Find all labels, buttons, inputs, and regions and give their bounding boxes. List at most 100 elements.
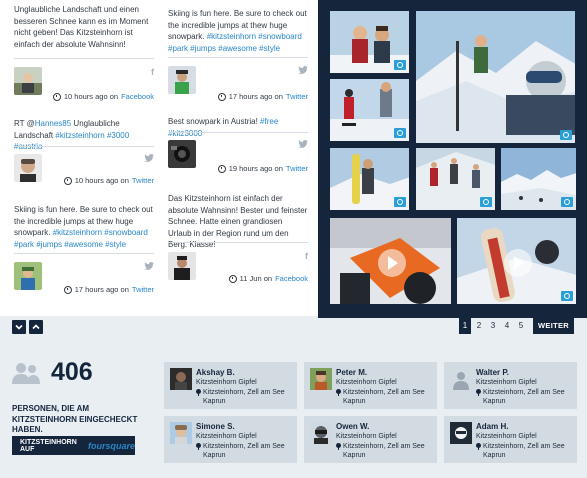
video-tile[interactable] <box>328 216 453 306</box>
avatar <box>170 368 192 390</box>
post-divider <box>14 58 154 59</box>
page-5-button[interactable]: 5 <box>515 318 527 334</box>
avatar <box>310 422 332 444</box>
avatar[interactable] <box>14 154 42 182</box>
post-network-link[interactable]: Twitter <box>132 285 154 294</box>
post-divider <box>168 57 308 58</box>
page-3-button[interactable]: 3 <box>487 318 499 334</box>
checkin-address-text: Kitzsteinhorn, Zell am See Kaprun <box>483 389 565 405</box>
camera-icon <box>560 130 572 140</box>
camera-icon <box>561 291 573 301</box>
pin-icon <box>476 389 481 396</box>
feed-post: RT @Hannes85 Unglaubliche Landschaft #ki… <box>14 118 154 190</box>
avatar <box>450 368 472 390</box>
checkin-name[interactable]: Peter M. <box>336 368 367 377</box>
avatar[interactable] <box>14 67 42 95</box>
page-4-button[interactable]: 4 <box>501 318 513 334</box>
post-mention-link[interactable]: Hannes85 <box>35 119 71 128</box>
post-time: 10 hours ago on <box>74 176 129 185</box>
camera-icon <box>561 197 573 207</box>
photo-tile[interactable] <box>328 77 411 143</box>
checkin-address-text: Kitzsteinhorn, Zell am See Kaprun <box>203 443 285 459</box>
avatar <box>310 368 332 390</box>
checkin-address: Kitzsteinhorn, Zell am See Kaprun <box>476 442 572 460</box>
feed-post: Skiing is fun here. Be sure to check out… <box>14 204 154 300</box>
checkin-name[interactable]: Simone S. <box>196 422 235 431</box>
checkin-card[interactable]: Adam H. Kitzsteinhorn Gipfel Kitzsteinho… <box>444 416 577 463</box>
video-tile[interactable] <box>455 216 578 306</box>
page-2-button[interactable]: 2 <box>473 318 485 334</box>
camera-icon <box>394 197 406 207</box>
page-1-button[interactable]: 1 <box>459 318 472 334</box>
facebook-icon[interactable]: f <box>305 251 308 261</box>
avatar[interactable] <box>168 252 196 280</box>
photo-tile[interactable] <box>414 146 497 212</box>
foursquare-logo: foursquare <box>87 440 135 451</box>
play-icon[interactable] <box>378 249 406 277</box>
post-time: 17 hours ago on <box>74 285 129 294</box>
scroll-up-button[interactable] <box>29 320 43 334</box>
post-divider <box>168 242 308 243</box>
post-meta: 17 hours ago on Twitter <box>217 92 308 101</box>
camera-icon <box>480 197 492 207</box>
photo-tile[interactable] <box>328 146 411 212</box>
twitter-icon[interactable] <box>298 66 308 76</box>
avatar[interactable] <box>168 66 196 94</box>
post-network-link[interactable]: Twitter <box>132 176 154 185</box>
post-network-link[interactable]: Facebook <box>275 274 308 283</box>
facebook-icon[interactable]: f <box>151 67 154 77</box>
post-text: RT @Hannes85 Unglaubliche Landschaft #ki… <box>14 118 154 153</box>
clock-icon <box>228 274 237 283</box>
checkin-card[interactable]: Simone S. Kitzsteinhorn Gipfel Kitzstein… <box>164 416 297 463</box>
post-time: 11 Jun on <box>239 274 273 283</box>
photo-tile[interactable] <box>499 146 578 212</box>
social-wall-page: Unglaubliche Landschaft und einen besser… <box>0 0 587 478</box>
post-network-link[interactable]: Facebook <box>121 92 154 101</box>
camera-icon <box>394 60 406 70</box>
post-divider <box>168 132 308 133</box>
photo-tile[interactable] <box>328 9 411 75</box>
post-text-body: Best snowpark in Austria! <box>168 117 261 126</box>
checkin-venue: Kitzsteinhorn Gipfel <box>196 379 257 386</box>
next-page-button[interactable]: WEITER <box>533 318 574 334</box>
clock-icon <box>217 164 226 173</box>
play-icon[interactable] <box>504 249 532 277</box>
checkin-venue: Kitzsteinhorn Gipfel <box>336 433 397 440</box>
checkin-card[interactable]: Owen W. Kitzsteinhorn Gipfel Kitzsteinho… <box>304 416 437 463</box>
post-meta: 19 hours ago on Twitter <box>217 164 308 173</box>
scroll-down-button[interactable] <box>12 320 26 334</box>
twitter-icon[interactable] <box>298 140 308 150</box>
post-time: 19 hours ago on <box>228 164 283 173</box>
checkin-name[interactable]: Akshay B. <box>196 368 235 377</box>
twitter-icon[interactable] <box>144 262 154 272</box>
social-feed: Unglaubliche Landschaft und einen besser… <box>0 0 318 316</box>
post-network-link[interactable]: Twitter <box>286 164 308 173</box>
checkin-address-text: Kitzsteinhorn, Zell am See Kaprun <box>203 389 285 405</box>
avatar[interactable] <box>168 140 196 168</box>
post-network-link[interactable]: Twitter <box>286 92 308 101</box>
checkin-venue: Kitzsteinhorn Gipfel <box>476 433 537 440</box>
checkin-address-text: Kitzsteinhorn, Zell am See Kaprun <box>483 443 565 459</box>
post-divider <box>14 253 154 254</box>
post-time: 10 hours ago on <box>63 92 119 101</box>
feed-post: Skiing is fun here. Be sure to check out… <box>168 8 308 104</box>
foursquare-button[interactable]: KITZSTEINHORN AUF foursquare <box>12 436 135 455</box>
checkin-card[interactable]: Walter P. Kitzsteinhorn Gipfel Kitzstein… <box>444 362 577 409</box>
checkin-address-text: Kitzsteinhorn, Zell am See Kaprun <box>343 389 425 405</box>
checkin-address: Kitzsteinhorn, Zell am See Kaprun <box>336 442 432 460</box>
post-time: 17 hours ago on <box>228 92 283 101</box>
checkin-name[interactable]: Walter P. <box>476 368 509 377</box>
avatar <box>450 422 472 444</box>
chevron-down-icon <box>15 324 23 330</box>
checkin-name[interactable]: Adam H. <box>476 422 508 431</box>
pin-icon <box>196 443 201 450</box>
twitter-icon[interactable] <box>144 154 154 164</box>
checkin-card[interactable]: Peter M. Kitzsteinhorn Gipfel Kitzsteinh… <box>304 362 437 409</box>
checkin-name[interactable]: Owen W. <box>336 422 369 431</box>
avatar[interactable] <box>14 262 42 290</box>
checkin-address: Kitzsteinhorn, Zell am See Kaprun <box>476 388 572 406</box>
feed-post: Das Kitzsteinhorn ist einfach der absolu… <box>168 193 308 297</box>
photo-wall <box>318 0 587 318</box>
checkin-card[interactable]: Akshay B. Kitzsteinhorn Gipfel Kitzstein… <box>164 362 297 409</box>
photo-tile[interactable] <box>414 9 577 145</box>
